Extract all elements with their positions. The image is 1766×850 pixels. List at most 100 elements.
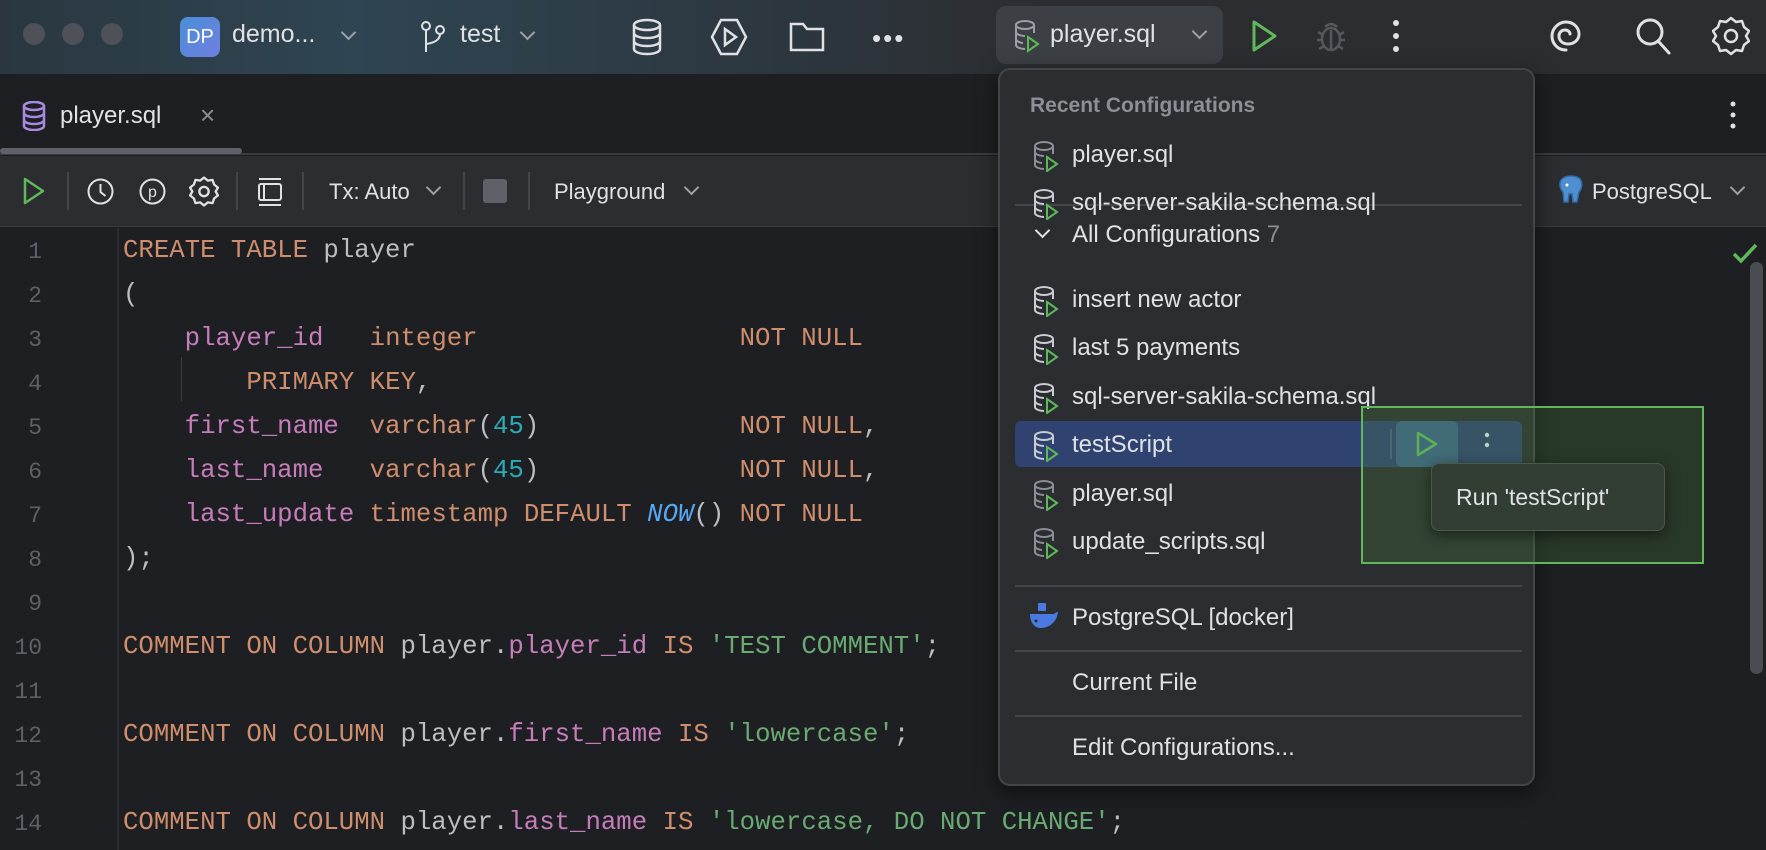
code-token-col: last_name [508,808,648,837]
menu-item-label: update_scripts.sql [1072,528,1266,555]
code-line[interactable]: first_name varchar(45) NOT NULL, [123,412,879,441]
menu-item-postgresql-docker[interactable]: PostgreSQL [docker] [1015,594,1522,640]
sql-config-icon [1033,382,1059,414]
ai-assistant-icon[interactable] [1549,18,1583,54]
transaction-mode-dropdown[interactable]: Tx: Auto [320,156,450,226]
folder-icon[interactable] [789,20,825,52]
settings-gear-icon[interactable] [189,176,219,207]
line-number: 12 [14,723,42,749]
code-token-pl: player [307,236,416,265]
line-number: 13 [14,767,42,793]
code-line[interactable]: ( [123,280,138,309]
code-line[interactable]: COMMENT ON COLUMN player.first_name IS '… [123,720,909,749]
code-line[interactable]: last_name varchar(45) NOT NULL, [123,456,879,485]
separator [1015,585,1522,587]
execute-icon[interactable] [22,176,46,206]
tooltip-text: Run 'testScript' [1456,484,1610,510]
code-line[interactable]: CREATE TABLE player [123,236,416,265]
more-vertical-icon[interactable] [1393,19,1399,53]
sql-config-icon [1033,285,1059,317]
chevron-down-icon [1191,23,1208,40]
chevron-down-icon[interactable] [519,24,536,41]
datasource-dropdown[interactable]: PostgreSQL [1558,156,1758,226]
code-line[interactable]: last_update timestamp DEFAULT NOW() NOT … [123,500,863,529]
run-config-selector[interactable]: player.sql [996,6,1223,64]
code-line[interactable]: player_id integer NOT NULL [123,324,863,353]
history-clock-icon[interactable] [86,177,115,206]
run-icon[interactable] [1250,19,1278,53]
code-line[interactable]: ); [123,544,154,573]
code-token-num: 45 [493,456,524,485]
close-icon[interactable]: × [200,100,215,131]
window-close-button[interactable] [23,23,45,45]
menu-item-label: player.sql [1072,141,1174,168]
code-line[interactable]: COMMENT ON COLUMN player.last_name IS 'l… [123,808,1125,837]
chevron-down-icon [1729,179,1746,196]
database-icon[interactable] [631,18,663,56]
menu-item-edit-configurations[interactable]: Edit Configurations... [1015,724,1522,770]
separator [302,172,304,210]
vertical-scrollbar[interactable] [1750,262,1763,674]
datasource-label: PostgreSQL [1592,179,1712,204]
debug-icon[interactable] [1316,18,1346,54]
project-badge[interactable]: DP [180,17,220,57]
recent-configurations-header: Recent Configurations [1030,94,1256,117]
sql-config-icon [1014,19,1040,53]
code-token-str: 'lowercase, DO NOT CHANGE' [708,808,1110,837]
menu-item-config[interactable]: insert new actor [1015,276,1522,322]
more-icon[interactable]: ••• [872,23,905,54]
line-number: 5 [28,415,42,441]
settings-gear-icon[interactable] [1712,16,1750,56]
separator [463,172,465,210]
code-token-pl: ; [924,632,941,661]
schema-label: Playground [554,179,666,204]
parameters-icon[interactable]: p [138,177,167,206]
tab-player-sql[interactable]: player.sql × [0,74,242,154]
code-token-pl: ; [893,720,910,749]
git-branch-icon[interactable] [420,20,446,54]
chevron-down-icon[interactable] [340,24,357,41]
code-token-kw: PRIMARY KEY [246,368,416,397]
menu-item-config[interactable]: last 5 payments [1015,324,1522,370]
output-layout-icon[interactable] [256,177,284,207]
project-name[interactable]: demo... [232,20,315,49]
code-line[interactable]: PRIMARY KEY, [123,368,431,397]
line-number: 3 [28,327,42,353]
sql-config-icon [1033,479,1059,511]
code-token-kw: integer [369,324,478,353]
window-maximize-button[interactable] [101,23,123,45]
window-minimize-button[interactable] [62,23,84,45]
search-icon[interactable] [1635,17,1671,55]
menu-item-label: Edit Configurations... [1072,734,1295,761]
menu-item-config[interactable]: player.sql [1015,131,1522,177]
all-configurations-label: All Configurations [1072,221,1261,248]
separator [1015,715,1522,717]
transaction-mode-label: Tx: Auto [329,179,410,204]
menu-item-label: testScript [1072,431,1173,459]
schema-dropdown[interactable]: Playground [545,156,705,226]
code-token-fn: NOW [647,500,694,529]
tab-options-icon[interactable] [1730,101,1736,129]
sql-config-icon [1033,430,1059,463]
stop-icon[interactable] [483,179,507,203]
code-token-col: last_name [184,456,324,485]
services-icon[interactable] [710,17,748,57]
code-token-pl: ( [477,456,493,485]
code-token-kw: varchar [369,412,478,441]
menu-item-label: last 5 payments [1072,334,1241,362]
menu-item-config[interactable]: sql-server-sakila-schema.sql [1015,179,1522,225]
branch-name[interactable]: test [460,20,500,49]
code-line[interactable]: COMMENT ON COLUMN player.player_id IS 'T… [123,632,940,661]
code-token-pl: () [693,500,740,529]
menu-item-current-file[interactable]: Current File [1015,659,1522,705]
chevron-down-icon [425,179,442,196]
